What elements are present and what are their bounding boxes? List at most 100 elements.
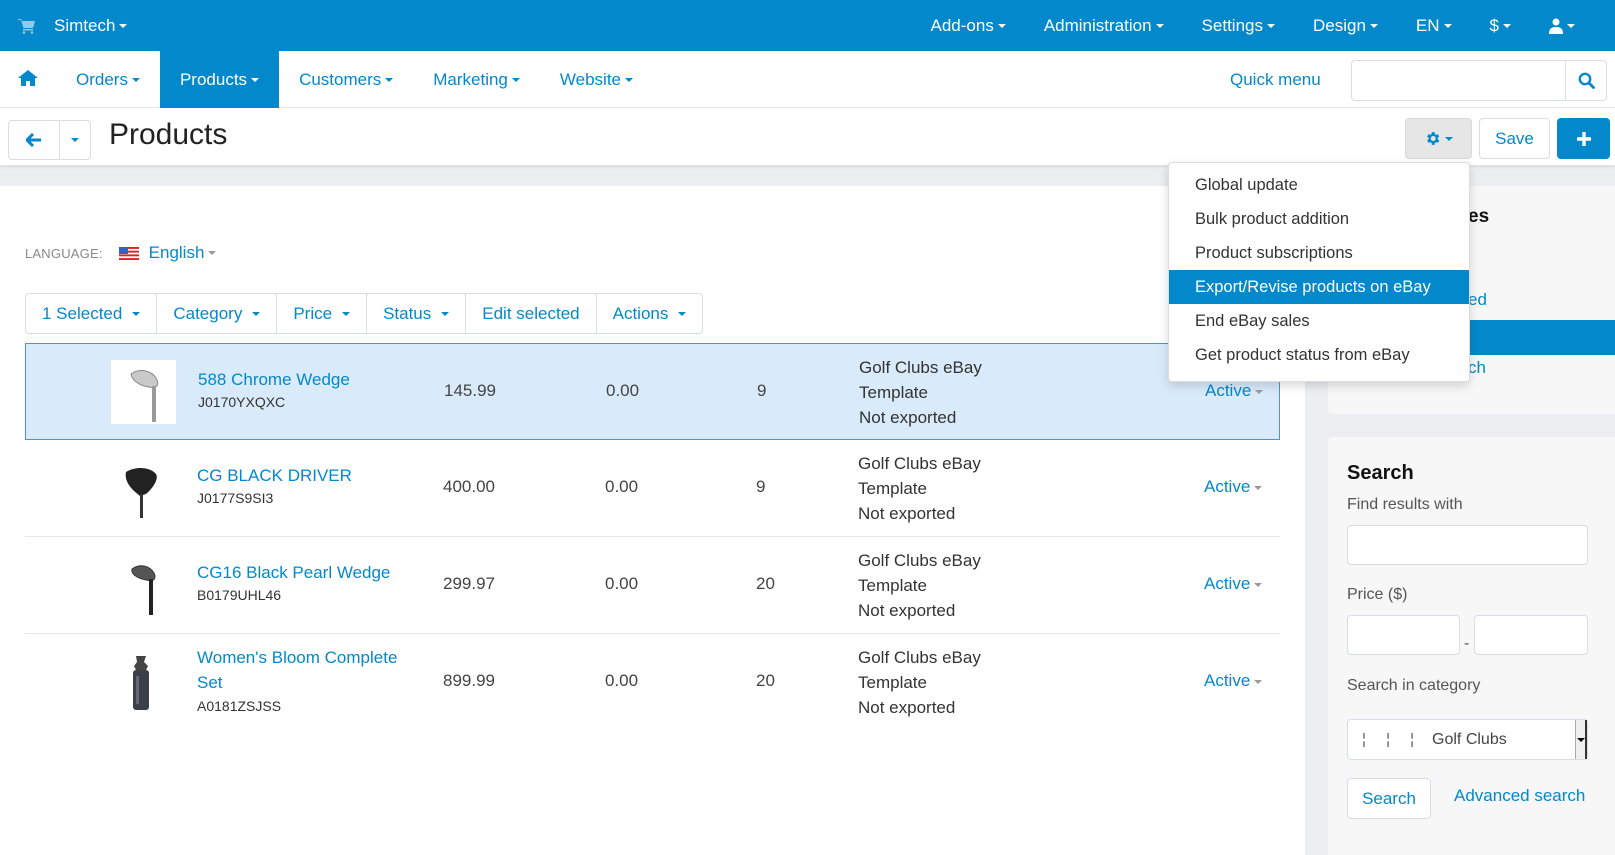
product-price[interactable]: 145.99: [444, 381, 496, 401]
ebay-status: Not exported: [858, 698, 956, 717]
product-thumbnail[interactable]: [110, 650, 175, 714]
product-list-price[interactable]: 0.00: [605, 671, 638, 691]
category-filter[interactable]: Category: [157, 294, 278, 333]
settings-dropdown-button[interactable]: [1405, 118, 1472, 159]
back-button[interactable]: [9, 121, 60, 159]
product-price[interactable]: 899.99: [443, 671, 495, 691]
category-tree-indent: ¦ ¦ ¦: [1362, 731, 1423, 748]
table-row[interactable]: Women's Bloom Complete Set A0181ZSJSS 89…: [25, 634, 1280, 731]
saved-view-link[interactable]: ed: [1468, 290, 1487, 310]
status-dropdown[interactable]: Active: [1204, 671, 1263, 691]
page-title: Products: [109, 118, 228, 151]
tab-marketing[interactable]: Marketing: [413, 51, 540, 108]
chevron-down-icon: [208, 251, 217, 255]
status-label: Active: [1204, 574, 1251, 593]
language-value[interactable]: English: [149, 243, 205, 263]
menu-item-end-ebay-sales[interactable]: End eBay sales: [1169, 304, 1469, 338]
table-row[interactable]: 588 Chrome Wedge J0170YXQXC 145.99 0.00 …: [25, 343, 1280, 440]
product-quantity[interactable]: 9: [756, 477, 765, 497]
product-price[interactable]: 400.00: [443, 477, 495, 497]
price-from-input[interactable]: [1347, 615, 1460, 655]
save-button[interactable]: Save: [1479, 118, 1550, 159]
select-arrow-icon: [1575, 720, 1587, 759]
product-thumbnail[interactable]: [110, 456, 175, 520]
product-list-price[interactable]: 0.00: [605, 477, 638, 497]
global-search-button[interactable]: [1565, 61, 1606, 100]
advanced-search-link[interactable]: Advanced search: [1454, 786, 1585, 806]
menu-item-get-ebay-status[interactable]: Get product status from eBay: [1169, 338, 1469, 372]
chevron-down-icon: [1254, 679, 1263, 684]
ebay-info: Golf Clubs eBay Template Not exported: [858, 645, 988, 720]
table-row[interactable]: CG BLACK DRIVER J0177S9SI3 400.00 0.00 9…: [25, 440, 1280, 537]
table-row[interactable]: CG16 Black Pearl Wedge B0179UHL46 299.97…: [25, 537, 1280, 634]
product-price[interactable]: 299.97: [443, 574, 495, 594]
menu-label: Design: [1312, 15, 1366, 35]
menu-administration[interactable]: Administration: [1044, 16, 1164, 36]
product-quantity[interactable]: 9: [757, 381, 766, 401]
status-dropdown[interactable]: Active: [1204, 477, 1263, 497]
store-switcher[interactable]: Simtech: [18, 0, 128, 51]
chevron-down-icon: [131, 77, 140, 82]
menu-language[interactable]: EN: [1416, 16, 1452, 36]
menu-item-product-subscriptions[interactable]: Product subscriptions: [1169, 236, 1469, 270]
menu-item-bulk-product-addition[interactable]: Bulk product addition: [1169, 202, 1469, 236]
tab-orders[interactable]: Orders: [56, 51, 160, 108]
menu-item-global-update[interactable]: Global update: [1169, 168, 1469, 202]
product-quantity[interactable]: 20: [756, 574, 775, 594]
menu-user[interactable]: [1549, 18, 1575, 34]
selected-dropdown[interactable]: 1 Selected: [26, 294, 158, 333]
toolbar-label: Category: [173, 303, 243, 323]
category-select[interactable]: ¦ ¦ ¦ Golf Clubs: [1347, 719, 1588, 760]
product-thumbnail[interactable]: [111, 360, 176, 424]
menu-design[interactable]: Design: [1313, 16, 1378, 36]
menu-label: Administration: [1043, 15, 1152, 35]
add-product-button[interactable]: [1557, 118, 1610, 159]
home-icon[interactable]: [18, 69, 38, 87]
chevron-down-icon: [1567, 23, 1575, 28]
actions-dropdown[interactable]: Actions: [597, 294, 703, 333]
plus-icon: [1576, 131, 1591, 146]
price-to-input[interactable]: [1474, 615, 1588, 655]
chevron-down-icon: [1443, 23, 1452, 28]
saved-view-link[interactable]: ch: [1468, 358, 1486, 378]
chevron-down-icon: [385, 77, 394, 82]
product-name-link[interactable]: Women's Bloom Complete Set: [197, 645, 407, 695]
menu-currency[interactable]: $: [1490, 16, 1511, 36]
products-content: LANGUAGE: English 1 Selected Category Pr…: [0, 186, 1305, 855]
product-thumbnail[interactable]: [110, 553, 175, 617]
chevron-down-icon: [1266, 23, 1275, 28]
find-results-input[interactable]: [1347, 525, 1588, 565]
status-dropdown[interactable]: Active: [1205, 381, 1264, 401]
product-name-link[interactable]: CG16 Black Pearl Wedge: [197, 560, 417, 585]
search-panel: Search Find results with Price ($) - Sea…: [1328, 437, 1615, 855]
chevron-down-icon: [1254, 582, 1263, 587]
product-list-price[interactable]: 0.00: [605, 574, 638, 594]
language-selector: LANGUAGE: English: [25, 243, 217, 263]
product-name-link[interactable]: 588 Chrome Wedge: [198, 367, 418, 392]
product-quantity[interactable]: 20: [756, 671, 775, 691]
menu-settings[interactable]: Settings: [1202, 16, 1275, 36]
back-history-dropdown[interactable]: [60, 121, 90, 159]
chevron-down-icon: [1369, 23, 1378, 28]
chevron-down-icon: [441, 311, 450, 316]
edit-selected-button[interactable]: Edit selected: [466, 294, 597, 333]
menu-item-export-revise-ebay[interactable]: Export/Revise products on eBay: [1169, 270, 1469, 304]
chevron-down-icon: [1445, 136, 1453, 141]
quick-menu-link[interactable]: Quick menu: [1230, 70, 1321, 90]
status-dropdown[interactable]: Active: [1204, 574, 1263, 594]
product-name-link[interactable]: CG BLACK DRIVER: [197, 463, 417, 488]
chevron-down-icon: [1254, 485, 1263, 490]
menu-addons[interactable]: Add-ons: [931, 16, 1006, 36]
ebay-status: Not exported: [858, 601, 956, 620]
tab-products[interactable]: Products: [159, 51, 280, 108]
product-sku: A0181ZSJSS: [197, 698, 282, 714]
tab-customers[interactable]: Customers: [279, 51, 413, 108]
global-search-input[interactable]: [1352, 61, 1566, 100]
product-list-price[interactable]: 0.00: [606, 381, 639, 401]
tab-website[interactable]: Website: [540, 51, 653, 108]
price-label: Price ($): [1347, 586, 1408, 603]
price-filter[interactable]: Price: [277, 294, 368, 333]
status-filter[interactable]: Status: [367, 294, 467, 333]
search-button[interactable]: Search: [1347, 778, 1431, 819]
page-header: Products Save: [0, 108, 1615, 165]
